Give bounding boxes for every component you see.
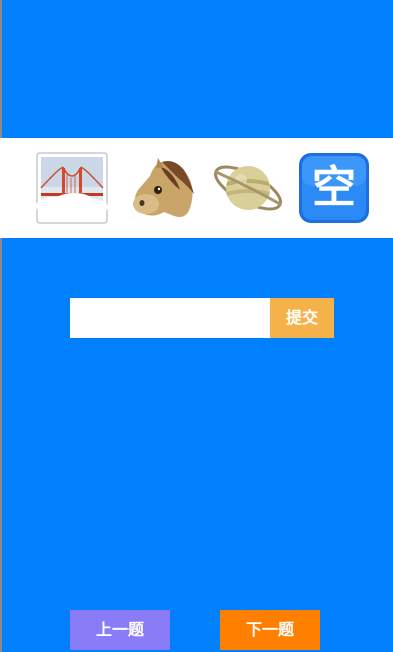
kanji-kong-empty-icon: 空 xyxy=(296,150,372,226)
next-question-button[interactable]: 下一题 xyxy=(220,610,320,650)
submit-button[interactable]: 提交 xyxy=(270,298,334,338)
kanji-kong-text: 空 xyxy=(312,162,356,213)
emoji-puzzle-strip: 空 xyxy=(0,138,393,238)
window-left-edge xyxy=(0,0,2,652)
ringed-planet-icon xyxy=(210,150,286,226)
previous-question-button[interactable]: 上一题 xyxy=(70,610,170,650)
horse-face-icon xyxy=(124,150,200,226)
answer-input[interactable] xyxy=(70,298,270,338)
foggy-golden-gate-bridge-icon xyxy=(34,150,110,226)
